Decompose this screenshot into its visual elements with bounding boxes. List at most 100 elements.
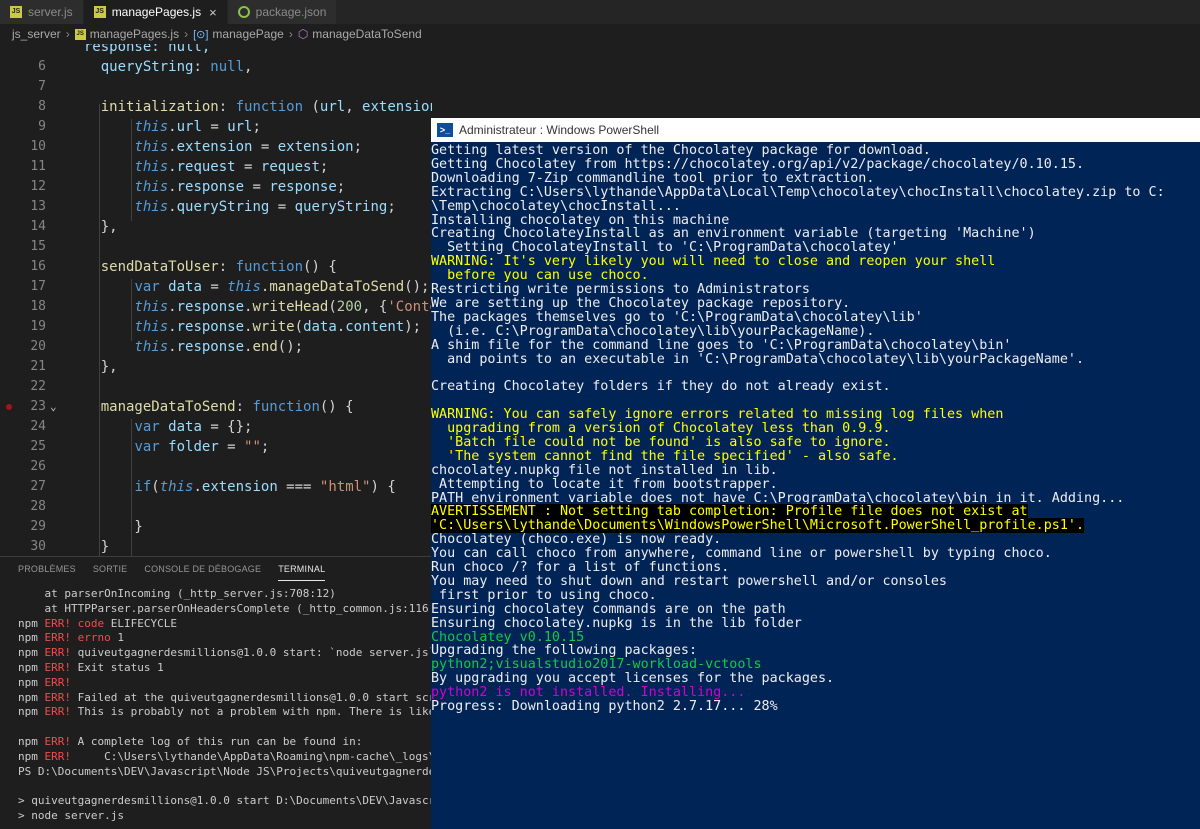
line-number: 6 <box>38 59 46 74</box>
code-token: var <box>134 419 160 435</box>
powershell-output-line: Creating ChocolateyInstall as an environ… <box>431 227 1036 241</box>
breakpoint-dot-icon[interactable] <box>6 404 12 410</box>
fold-chevron-icon[interactable]: ⌄ <box>50 397 57 417</box>
panel-tab[interactable]: TERMINAL <box>278 557 326 581</box>
code-token: ; <box>252 119 261 135</box>
panel-tab-bar: PROBLÈMES SORTIE CONSOLE DE DÉBOGAGE TERMIN… <box>0 557 432 581</box>
terminal-text: ELIFECYCLE <box>104 616 177 630</box>
code-token: . <box>168 139 177 155</box>
code-token: extension <box>277 139 354 155</box>
line-number: 15 <box>30 239 46 254</box>
code-line: 16 sendDataToUser: function() { <box>0 257 432 277</box>
powershell-output-line: We are setting up the Chocolatey package… <box>431 295 851 311</box>
breadcrumb: js_server › JS managePages.js › [⊙] mana… <box>0 24 1200 44</box>
code-text: var data = this.manageDataToSend(); <box>67 277 430 297</box>
powershell-text: chocolatey.nupkg file not installed in l… <box>431 462 778 478</box>
code-token: . <box>168 159 177 175</box>
powershell-text: AVERTISSEMENT : Not setting tab completi… <box>431 504 1028 520</box>
powershell-text: 'The system cannot find the file specifi… <box>431 448 899 464</box>
code-token: this <box>227 279 261 295</box>
code-line: 17 var data = this.manageDataToSend(); <box>0 277 432 297</box>
terminal-line: npm ERR! code ELIFECYCLE <box>18 617 177 632</box>
terminal-text: Exit status 1 <box>71 661 164 674</box>
powershell-text: 'Batch file could not be found' is also … <box>431 434 891 450</box>
code-token: (); <box>404 279 430 295</box>
code-editor[interactable]: response: null, 6 queryString: null, 7 8 in… <box>0 44 432 556</box>
close-icon[interactable]: × <box>209 5 217 20</box>
terminal-text: ERR! <box>44 616 72 630</box>
powershell-console[interactable]: Getting latest version of the Chocolatey… <box>431 142 1200 829</box>
code-line: 10 this.extension = extension; <box>0 137 432 157</box>
code-token: response <box>176 319 245 335</box>
code-token: manageDataToSend <box>100 399 236 415</box>
powershell-output-line: Chocolatey (choco.exe) is now ready. <box>431 533 721 547</box>
terminal-line: PS D:\Documents\DEV\Javascript\Node JS\P… <box>18 765 432 780</box>
powershell-text: Extracting C:\Users\lythande\AppData\Loc… <box>431 184 1165 200</box>
code-token: = <box>244 179 270 195</box>
code-token: }, <box>67 359 118 375</box>
breadcrumb-variable[interactable]: managePage <box>212 27 283 41</box>
code-token: queryString <box>176 199 270 215</box>
powershell-output-line: upgrading from a version of Chocolatey l… <box>431 422 890 436</box>
code-token: write <box>252 319 295 335</box>
code-token: request <box>176 159 236 175</box>
code-line: 18 this.response.writeHead(200, {'Conten <box>0 297 432 317</box>
tab-label: server.js <box>28 5 73 19</box>
powershell-title-bar[interactable]: >_ Administrateur : Windows PowerShell <box>431 118 1200 142</box>
line-number: 28 <box>30 499 46 514</box>
code-token: = <box>218 439 245 455</box>
code-token: . <box>193 479 202 495</box>
tab-server-js[interactable]: JS server.js <box>0 0 84 24</box>
code-token: url <box>227 119 253 135</box>
line-number: 29 <box>30 519 46 534</box>
terminal-line: at parserOnIncoming (_http_server.js:708… <box>18 587 335 602</box>
code-line: 12 this.response = response; <box>0 177 432 197</box>
code-line: 21 }, <box>0 357 432 377</box>
powershell-text: PATH environment variable does not have … <box>431 490 1125 506</box>
code-text: this.response.write(data.content); <box>67 317 421 337</box>
code-token: ; <box>260 439 270 455</box>
powershell-output-line: The packages themselves go to 'C:\Progra… <box>431 310 923 325</box>
terminal-text: ERR! <box>44 705 72 719</box>
code-token: ; <box>353 139 363 155</box>
terminal-line: > node server.js <box>18 809 124 824</box>
line-number: 11 <box>30 159 46 174</box>
code-line: 23 ⌄ manageDataToSend: function() { <box>0 397 432 417</box>
tab-managepages-js[interactable]: JS managePages.js × <box>83 0 228 24</box>
powershell-text: Attempting to locate it from bootstrappe… <box>431 476 778 492</box>
breadcrumb-folder[interactable]: js_server <box>12 27 61 41</box>
panel-tab[interactable]: CONSOLE DE DÉBOGAGE <box>144 557 261 581</box>
breadcrumb-file[interactable]: managePages.js <box>90 27 179 41</box>
powershell-text: Setting ChocolateyInstall to 'C:\Program… <box>431 240 899 256</box>
terminal-text: PS D:\Documents\DEV\Javascript\Node JS\P… <box>18 764 432 778</box>
breadcrumb-method[interactable]: manageDataToSend <box>312 27 421 41</box>
code-token: this <box>134 119 169 135</box>
code-token: "" <box>244 439 261 455</box>
line-number: 21 <box>30 359 46 374</box>
terminal-text: errno <box>71 631 111 645</box>
powershell-text: We are setting up the Chocolatey package… <box>431 295 851 311</box>
powershell-text: You can call choco from anywhere, comman… <box>431 546 1052 562</box>
editor-tab-bar: JS server.js JS managePages.js × package… <box>0 0 1200 24</box>
powershell-text: python2 is not installed. Installing... <box>431 685 746 701</box>
terminal-text: npm <box>18 631 45 645</box>
terminal-text: > node server.js <box>18 809 124 822</box>
terminal-line: npm ERR! Exit status 1 <box>18 661 164 676</box>
line-number: 22 <box>30 379 46 394</box>
code-token: writeHead <box>252 299 329 315</box>
code-token: : <box>235 399 253 415</box>
panel-tab[interactable]: SORTIE <box>93 557 128 581</box>
powershell-output-line: Run choco /? for a list of functions. <box>431 561 729 575</box>
code-token: extension <box>362 99 432 115</box>
code-token: url <box>319 99 346 115</box>
code-token: function <box>235 99 304 115</box>
terminal-text: This is probably not a problem with npm.… <box>71 705 432 719</box>
terminal-text: code <box>71 616 105 630</box>
tab-package-json[interactable]: package.json <box>227 0 338 24</box>
terminal-text: ERR! <box>44 690 72 704</box>
panel-tab[interactable]: PROBLÈMES <box>18 557 76 581</box>
